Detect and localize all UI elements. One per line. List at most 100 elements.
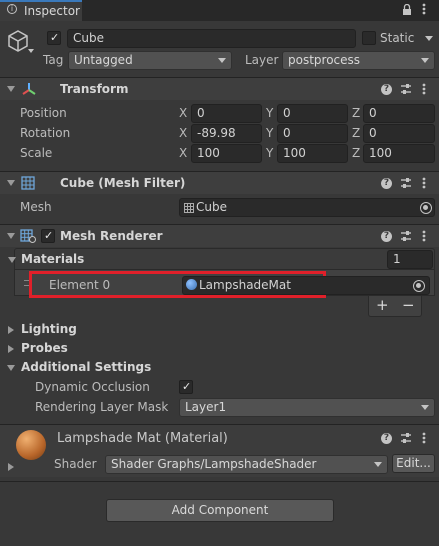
lock-icon[interactable] [403,3,411,15]
position-label: Position [20,106,67,120]
more-menu-icon[interactable] [422,432,426,447]
mesh-object-field[interactable]: Cube [179,198,435,217]
lighting-foldout[interactable]: Lighting [21,322,77,336]
help-icon[interactable]: ? [381,433,392,444]
help-icon[interactable]: ? [381,178,392,189]
element-label: Element 0 [49,278,111,292]
materials-label: Materials [21,252,85,266]
mesh-renderer-enabled-checkbox[interactable]: ✓ [41,229,55,243]
material-object-field[interactable]: LampshadeMat [182,276,430,295]
axis-z-label: Z [352,146,361,160]
layer-label: Layer [245,53,279,67]
axis-z-label: Z [352,106,361,120]
mesh-label: Mesh [20,200,52,214]
check-icon: ✓ [182,380,192,393]
axis-x-label: X [179,106,188,120]
additional-settings-foldout[interactable]: Additional Settings [21,360,151,374]
materials-count-input[interactable]: 1 [387,250,433,269]
remove-element-button[interactable]: − [402,296,415,314]
foldout-arrow-icon[interactable] [8,345,14,353]
static-label: Static [380,31,415,45]
tab-label: Inspector [24,4,80,18]
rotation-z-input[interactable]: 0 [363,124,435,143]
dynamic-occlusion-checkbox[interactable]: ✓ [179,380,193,394]
scale-label: Scale [20,146,53,160]
tag-label: Tag [43,53,64,67]
axis-z-label: Z [352,126,361,140]
preset-icon[interactable] [400,230,412,245]
grid-icon [21,176,35,193]
chevron-down-icon [218,58,226,63]
static-dropdown-arrow[interactable] [425,36,433,41]
tag-value: Untagged [74,53,133,67]
position-z-input[interactable]: 0 [363,104,435,123]
help-icon[interactable]: ? [381,231,392,242]
shader-label: Shader [54,457,97,471]
more-menu-icon[interactable] [422,3,426,15]
foldout-arrow-icon[interactable] [8,326,14,334]
layer-dropdown[interactable]: postprocess [282,51,435,70]
mesh-filter-header[interactable]: Cube (Mesh Filter) ? [0,172,439,194]
rotation-x-input[interactable]: -89.98 [191,124,262,143]
rendering-layer-label: Rendering Layer Mask [35,400,169,414]
object-picker-icon[interactable] [413,280,425,292]
material-sphere-icon [186,279,197,290]
mesh-value: Cube [196,200,227,214]
more-menu-icon[interactable] [422,177,426,192]
scale-y-input[interactable]: 100 [277,144,348,163]
active-checkbox[interactable]: ✓ [47,31,61,45]
transform-header[interactable]: Transform ? [0,78,439,100]
cube-icon [7,29,29,56]
rendering-layer-dropdown[interactable]: Layer1 [179,398,435,417]
material-preview-icon [16,430,46,460]
tab-inspector[interactable]: i Inspector [0,0,82,21]
preset-icon[interactable] [400,83,412,98]
edit-shader-button[interactable]: Edit... [392,454,435,473]
material-title: Lampshade Mat (Material) [57,431,228,446]
axis-x-label: X [179,126,188,140]
mesh-renderer-header[interactable]: ✓ Mesh Renderer ? [0,225,439,247]
mesh-renderer-title: Mesh Renderer [60,229,163,243]
more-menu-icon[interactable] [422,230,426,245]
check-icon: ✓ [44,229,54,242]
scale-x-input[interactable]: 100 [191,144,262,163]
axis-y-label: Y [266,106,274,120]
object-picker-icon[interactable] [420,202,432,214]
help-icon[interactable]: ? [381,84,392,95]
rotation-y-input[interactable]: 0 [277,124,348,143]
axis-y-label: Y [266,146,274,160]
static-checkbox[interactable] [362,31,376,45]
chevron-down-icon [421,405,429,410]
foldout-arrow-icon [8,257,16,263]
axis-y-label: Y [266,126,274,140]
shader-value: Shader Graphs/LampshadeShader [111,457,317,471]
shader-dropdown[interactable]: Shader Graphs/LampshadeShader [105,455,388,474]
transform-icon [21,81,37,100]
rotation-label: Rotation [20,126,71,140]
mesh-filter-title: Cube (Mesh Filter) [60,176,186,190]
mesh-renderer-icon [20,229,36,246]
preset-icon[interactable] [400,432,412,447]
transform-title: Transform [60,82,129,96]
tag-dropdown[interactable]: Untagged [68,51,232,70]
info-icon: i [7,4,17,14]
position-y-input[interactable]: 0 [277,104,348,123]
object-name-input[interactable]: Cube [67,29,356,48]
icon-dropdown-arrow[interactable] [28,49,34,53]
rendering-layer-value: Layer1 [185,400,227,414]
add-element-button[interactable]: + [376,296,389,314]
foldout-arrow-icon [7,86,15,92]
add-component-button[interactable]: Add Component [106,499,334,522]
more-menu-icon[interactable] [422,83,426,98]
divider [0,481,439,482]
chevron-down-icon [374,462,382,467]
foldout-arrow-icon[interactable] [7,365,15,371]
preset-icon[interactable] [400,177,412,192]
materials-list-header[interactable]: Materials 1 [8,248,435,270]
probes-foldout[interactable]: Probes [21,341,68,355]
position-x-input[interactable]: 0 [191,104,262,123]
layer-value: postprocess [288,53,361,67]
scale-z-input[interactable]: 100 [363,144,435,163]
foldout-arrow-icon[interactable] [8,463,14,471]
mesh-grid-icon [184,202,194,216]
